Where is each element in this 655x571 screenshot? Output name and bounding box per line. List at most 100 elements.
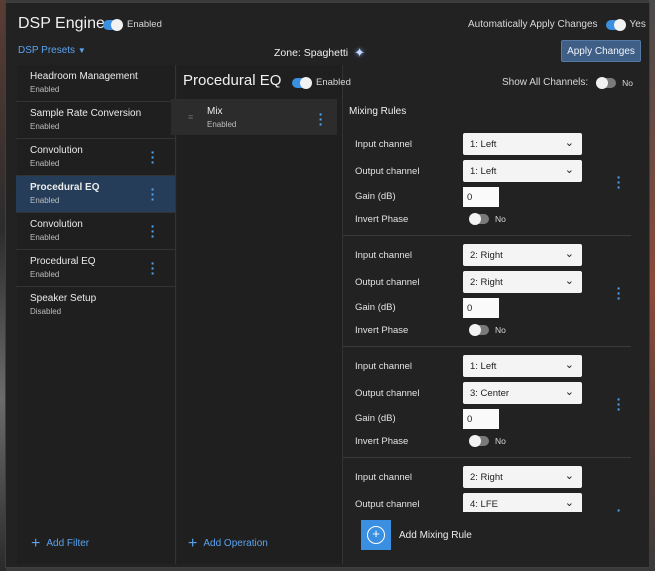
add-operation-button[interactable]: + Add Operation bbox=[188, 534, 268, 552]
filter-name: Speaker Setup bbox=[30, 293, 97, 304]
gain-input[interactable]: 0 bbox=[463, 409, 499, 429]
chevron-down-icon: ⌄ bbox=[564, 497, 574, 509]
engine-enabled-label: Enabled bbox=[127, 19, 162, 30]
more-menu-icon[interactable]: ··· bbox=[318, 107, 324, 131]
gain-input[interactable]: 0 bbox=[463, 298, 499, 318]
invert-phase-value: No bbox=[495, 436, 506, 446]
chevron-down-icon: ⌄ bbox=[564, 386, 574, 398]
add-mixing-rule-button[interactable]: + Add Mixing Rule bbox=[361, 520, 472, 550]
more-menu-icon[interactable]: ··· bbox=[150, 256, 156, 280]
filter-status: Enabled bbox=[30, 270, 60, 279]
filter-status: Enabled bbox=[30, 233, 60, 242]
more-menu-icon[interactable]: ··· bbox=[616, 170, 622, 194]
operation-panel-title: Procedural EQ bbox=[183, 72, 282, 89]
input-channel-select[interactable]: 2: Right ⌄ bbox=[463, 466, 582, 488]
plus-circle-icon: + bbox=[367, 526, 385, 544]
operation-name: Mix bbox=[207, 106, 223, 117]
filter-name: Convolution bbox=[30, 219, 83, 230]
toggle-switch-icon bbox=[596, 76, 617, 89]
input-channel-select[interactable]: 2: Right ⌄ bbox=[463, 244, 582, 266]
mixing-rule: Input channel 2: Right ⌄ Output channel … bbox=[343, 458, 631, 512]
auto-apply-toggle[interactable]: Automatically Apply Changes Yes bbox=[468, 18, 646, 31]
caret-down-icon: ▼ bbox=[77, 46, 86, 55]
more-menu-icon[interactable]: ··· bbox=[616, 392, 622, 416]
sparkle-icon: ✦ bbox=[354, 45, 366, 60]
gain-label: Gain (dB) bbox=[355, 191, 396, 202]
toggle-switch-icon bbox=[469, 324, 489, 336]
add-rule-icon-button[interactable]: + bbox=[361, 520, 391, 550]
filter-item[interactable]: Speaker Setup Disabled bbox=[16, 287, 175, 324]
mixing-rule: Input channel 1: Left ⌄ Output channel 3… bbox=[343, 347, 631, 458]
show-all-channels-label: Show All Channels: bbox=[502, 77, 589, 88]
input-channel-value: 1: Left bbox=[470, 138, 497, 150]
gain-input[interactable]: 0 bbox=[463, 187, 499, 207]
invert-phase-value: No bbox=[495, 325, 506, 335]
toggle-switch-icon bbox=[292, 76, 312, 89]
invert-phase-label: Invert Phase bbox=[355, 325, 409, 336]
mixing-rules-title: Mixing Rules bbox=[349, 106, 407, 117]
chevron-down-icon: ⌄ bbox=[564, 275, 574, 287]
filter-name: Procedural EQ bbox=[30, 182, 100, 193]
show-all-channels-value: No bbox=[622, 77, 634, 88]
input-channel-select[interactable]: 1: Left ⌄ bbox=[463, 355, 582, 377]
input-channel-label: Input channel bbox=[355, 472, 413, 483]
filter-item[interactable]: Headroom Management Enabled bbox=[16, 65, 175, 102]
input-channel-value: 1: Left bbox=[470, 360, 497, 372]
output-channel-value: 3: Center bbox=[470, 387, 510, 399]
mixing-rules-list: Input channel 1: Left ⌄ Output channel 1… bbox=[343, 125, 639, 512]
output-channel-select[interactable]: 3: Center ⌄ bbox=[463, 382, 582, 404]
filter-name: Sample Rate Conversion bbox=[30, 108, 142, 119]
output-channel-label: Output channel bbox=[355, 277, 420, 288]
filter-name: Convolution bbox=[30, 145, 83, 156]
operation-status: Enabled bbox=[207, 120, 237, 129]
output-channel-select[interactable]: 1: Left ⌄ bbox=[463, 160, 582, 182]
filter-item[interactable]: Sample Rate Conversion Enabled bbox=[16, 102, 175, 139]
dsp-presets-label: DSP Presets bbox=[18, 45, 76, 56]
chevron-down-icon: ⌄ bbox=[564, 164, 574, 176]
more-menu-icon[interactable]: ··· bbox=[150, 219, 156, 243]
gain-label: Gain (dB) bbox=[355, 413, 396, 424]
filter-item-selected[interactable]: Procedural EQ Enabled · · · bbox=[16, 176, 175, 213]
more-menu-icon[interactable]: ··· bbox=[616, 281, 622, 305]
invert-phase-toggle[interactable]: No bbox=[469, 435, 506, 447]
invert-phase-label: Invert Phase bbox=[355, 436, 409, 447]
dialog-title: DSP Engine bbox=[18, 15, 105, 32]
operation-enabled-label: Enabled bbox=[316, 77, 351, 88]
add-filter-button[interactable]: + Add Filter bbox=[31, 535, 90, 551]
invert-phase-label: Invert Phase bbox=[355, 214, 409, 225]
drag-handle-icon[interactable]: ≡ bbox=[188, 112, 193, 122]
toggle-switch-icon bbox=[605, 18, 626, 31]
operation-enabled-toggle[interactable]: Enabled bbox=[292, 76, 351, 89]
output-channel-select[interactable]: 4: LFE ⌄ bbox=[463, 493, 582, 512]
dsp-presets-dropdown[interactable]: DSP Presets ▼ bbox=[18, 45, 86, 56]
output-channel-select[interactable]: 2: Right ⌄ bbox=[463, 271, 582, 293]
apply-changes-button[interactable]: Apply Changes bbox=[561, 40, 641, 62]
filter-status: Enabled bbox=[30, 122, 60, 131]
more-menu-icon[interactable]: ··· bbox=[150, 182, 156, 206]
add-filter-label: Add Filter bbox=[46, 538, 90, 549]
operation-list bbox=[177, 65, 343, 564]
mixing-rule: Input channel 2: Right ⌄ Output channel … bbox=[343, 236, 631, 347]
invert-phase-toggle[interactable]: No bbox=[469, 213, 506, 225]
zone-indicator: Zone: Spaghetti ✦ bbox=[274, 45, 365, 61]
engine-enabled-toggle[interactable]: Enabled bbox=[103, 18, 162, 31]
gain-label: Gain (dB) bbox=[355, 302, 396, 313]
toggle-switch-icon bbox=[469, 435, 489, 447]
add-mixing-rule-label: Add Mixing Rule bbox=[399, 529, 472, 541]
invert-phase-toggle[interactable]: No bbox=[469, 324, 506, 336]
filter-item[interactable]: Convolution Enabled · · · bbox=[16, 139, 175, 176]
mixing-rule: Input channel 1: Left ⌄ Output channel 1… bbox=[343, 125, 631, 236]
input-channel-label: Input channel bbox=[355, 250, 413, 261]
filter-status: Enabled bbox=[30, 85, 60, 94]
chevron-down-icon: ⌄ bbox=[564, 248, 574, 260]
more-menu-icon[interactable]: ··· bbox=[150, 145, 156, 169]
operation-item-mix[interactable]: ≡ Mix Enabled · · · bbox=[171, 99, 337, 135]
zone-label: Zone: Spaghetti bbox=[274, 47, 349, 59]
input-channel-select[interactable]: 1: Left ⌄ bbox=[463, 133, 582, 155]
chevron-down-icon: ⌄ bbox=[564, 137, 574, 149]
show-all-channels-toggle[interactable]: Show All Channels: No bbox=[502, 76, 634, 89]
filter-item[interactable]: Procedural EQ Enabled · · · bbox=[16, 250, 175, 287]
plus-icon: + bbox=[188, 534, 198, 552]
filter-item[interactable]: Convolution Enabled · · · bbox=[16, 213, 175, 250]
filter-name: Headroom Management bbox=[30, 71, 138, 82]
